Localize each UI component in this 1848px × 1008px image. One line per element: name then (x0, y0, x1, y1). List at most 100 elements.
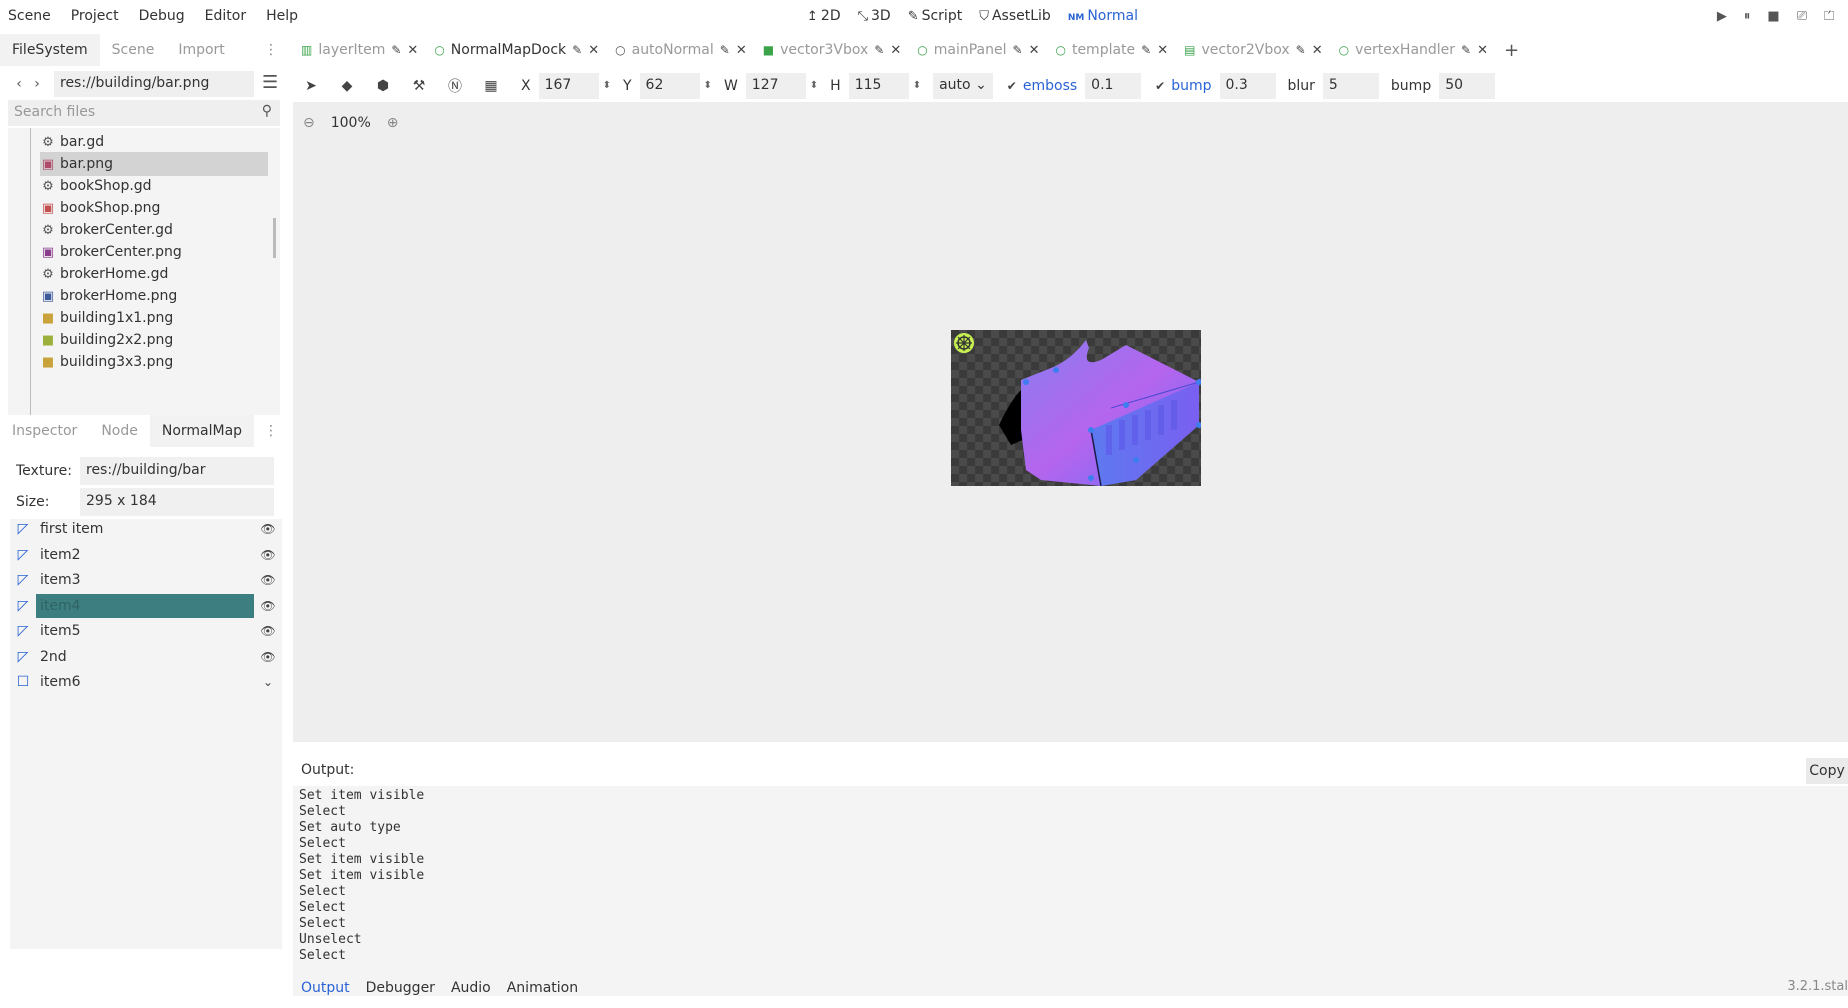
mode-normal-button[interactable]: NM Normal (1068, 8, 1138, 24)
tab-normalmap[interactable]: NormalMap (149, 415, 255, 447)
emboss-checkbox[interactable]: ✔ emboss (1007, 78, 1077, 94)
select-tool-icon[interactable]: ➤ (293, 78, 329, 94)
w-field[interactable]: 127 (745, 73, 806, 99)
checkbox-icon[interactable]: ☐ (10, 674, 36, 690)
layer-flag-icon[interactable]: ◸ (10, 547, 36, 563)
eye-icon[interactable]: 👁 (258, 522, 278, 536)
file-item[interactable]: ⚙ bookShop.gd (40, 174, 268, 198)
file-item[interactable]: ⚙ brokerCenter.gd (40, 218, 268, 242)
layer-flag-icon[interactable]: ◸ (10, 572, 36, 588)
layer-item[interactable]: ◸ item5 👁 (10, 617, 282, 645)
mode-3d-button[interactable]: ⤡ 3D (858, 8, 891, 24)
script-icon[interactable]: ✎ (572, 43, 582, 57)
y-field[interactable]: 62 (639, 73, 700, 99)
file-item[interactable]: ■ building3x3.png (40, 350, 268, 374)
layer-name[interactable]: item3 (36, 568, 254, 592)
file-item[interactable]: ■ building2x2.png (40, 328, 268, 352)
menu-help[interactable]: Help (266, 8, 298, 24)
zoom-level[interactable]: 100% (331, 115, 371, 131)
mode-2d-button[interactable]: ↥ 2D (807, 8, 841, 24)
script-icon[interactable]: ✎ (1461, 43, 1471, 57)
zoom-in-icon[interactable]: ⊕ (387, 115, 399, 131)
file-item[interactable]: ▣ brokerHome.png (40, 284, 268, 308)
editor-tab[interactable]: ▤ vector2Vbox ✎ ✕ (1176, 34, 1331, 66)
mode-script-button[interactable]: ✎ Script (908, 8, 963, 24)
tab-inspector[interactable]: Inspector (0, 415, 89, 447)
layer-item[interactable]: ◸ first item 👁 (10, 515, 282, 543)
layer-flag-icon[interactable]: ◸ (10, 623, 36, 639)
close-icon[interactable]: ✕ (1157, 43, 1168, 58)
tab-debugger[interactable]: Debugger (366, 980, 435, 996)
eye-icon[interactable]: 👁 (258, 548, 278, 562)
tab-audio[interactable]: Audio (451, 980, 491, 996)
output-log[interactable]: Set item visible Select Set auto type Selec… (293, 786, 1848, 996)
back-icon[interactable]: ‹ (10, 76, 28, 92)
layer-item[interactable]: ◸ item3 👁 (10, 566, 282, 594)
layer-item[interactable]: ☐ item6 ⌄ (10, 668, 282, 696)
bump-field[interactable]: 0.3 (1219, 73, 1276, 99)
path-field[interactable]: res://building/bar.png (54, 71, 254, 97)
eye-icon[interactable]: 👁 (258, 599, 278, 613)
zoom-out-icon[interactable]: ⊖ (303, 115, 315, 131)
texture-preview[interactable] (951, 330, 1202, 487)
close-icon[interactable]: ✕ (1029, 43, 1040, 58)
blur-field[interactable]: 5 (1322, 73, 1379, 99)
editor-tab[interactable]: ○ autoNormal ✎ ✕ (607, 34, 755, 66)
normal-preview-icon[interactable]: Ⓝ (437, 76, 473, 96)
texture-field[interactable]: res://building/bar (80, 457, 274, 485)
script-icon[interactable]: ✎ (874, 43, 884, 57)
close-icon[interactable]: ✕ (1312, 43, 1323, 58)
layer-name[interactable]: 2nd (36, 645, 254, 669)
tab-output[interactable]: Output (301, 980, 350, 996)
grid-icon[interactable]: ▦ (473, 78, 509, 94)
menu-editor[interactable]: Editor (205, 8, 246, 24)
y-stepper-icon[interactable]: ⬍ (704, 81, 712, 91)
dock-menu-icon[interactable]: ⋮ (264, 42, 278, 58)
menu-project[interactable]: Project (71, 8, 119, 24)
layer-item[interactable]: ◸ item4 👁 (10, 592, 282, 620)
file-item[interactable]: ▣ bookShop.png (40, 196, 268, 220)
texture-viewport[interactable] (293, 102, 1848, 742)
script-icon[interactable]: ✎ (1141, 43, 1151, 57)
close-icon[interactable]: ✕ (736, 43, 747, 58)
layer-flag-icon[interactable]: ◸ (10, 598, 36, 614)
script-icon[interactable]: ✎ (391, 43, 401, 57)
editor-tab[interactable]: ■ vector3Vbox ✎ ✕ (755, 34, 910, 66)
layer-name[interactable]: item6 (36, 670, 254, 694)
script-icon[interactable]: ✎ (1296, 43, 1306, 57)
eye-icon[interactable]: 👁 (258, 624, 278, 638)
editor-tab[interactable]: ○ vertexHandler ✎ ✕ (1331, 34, 1496, 66)
file-item[interactable]: ▣ brokerCenter.png (40, 240, 268, 264)
editor-tab[interactable]: ○ NormalMapDock ✎ ✕ (426, 34, 607, 66)
layer-name[interactable]: item4 (36, 593, 254, 618)
play-custom-scene-icon[interactable]: ⏍ (1824, 9, 1834, 24)
pause-icon[interactable]: ⏸ (1744, 9, 1751, 24)
menu-scene[interactable]: Scene (8, 8, 51, 24)
mode-select[interactable]: auto ⌄ (933, 73, 993, 99)
forward-icon[interactable]: › (28, 76, 46, 92)
chevron-down-icon[interactable]: ⌄ (258, 675, 278, 689)
polygon-tool-icon[interactable]: ⬢ (365, 78, 401, 94)
w-stepper-icon[interactable]: ⬍ (810, 81, 818, 91)
close-icon[interactable]: ✕ (1477, 43, 1488, 58)
close-icon[interactable]: ✕ (890, 43, 901, 58)
layer-flag-icon[interactable]: ◸ (10, 521, 36, 537)
play-icon[interactable]: ▶ (1717, 9, 1727, 24)
layer-flag-icon[interactable]: ◸ (10, 649, 36, 665)
tab-filesystem[interactable]: FileSystem (0, 34, 100, 66)
x-stepper-icon[interactable]: ⬍ (603, 81, 611, 91)
tab-scene[interactable]: Scene (100, 34, 167, 66)
emboss-field[interactable]: 0.1 (1085, 73, 1142, 99)
dock-menu-icon[interactable]: ⋮ (264, 423, 278, 439)
tab-import[interactable]: Import (166, 34, 236, 66)
mode-assetlib-button[interactable]: ⛉ AssetLib (979, 8, 1051, 24)
close-icon[interactable]: ✕ (588, 43, 599, 58)
file-item[interactable]: ⚙ brokerHome.gd (40, 262, 268, 286)
file-item[interactable]: ■ building1x1.png (40, 306, 268, 330)
layer-item[interactable]: ◸ 2nd 👁 (10, 643, 282, 671)
script-icon[interactable]: ✎ (1013, 43, 1023, 57)
editor-tab[interactable]: ▥ layerItem ✎ ✕ (293, 34, 426, 66)
tab-node[interactable]: Node (89, 415, 150, 447)
shape-tool-icon[interactable]: ◆ (329, 78, 365, 94)
layer-name[interactable]: item2 (36, 543, 254, 567)
